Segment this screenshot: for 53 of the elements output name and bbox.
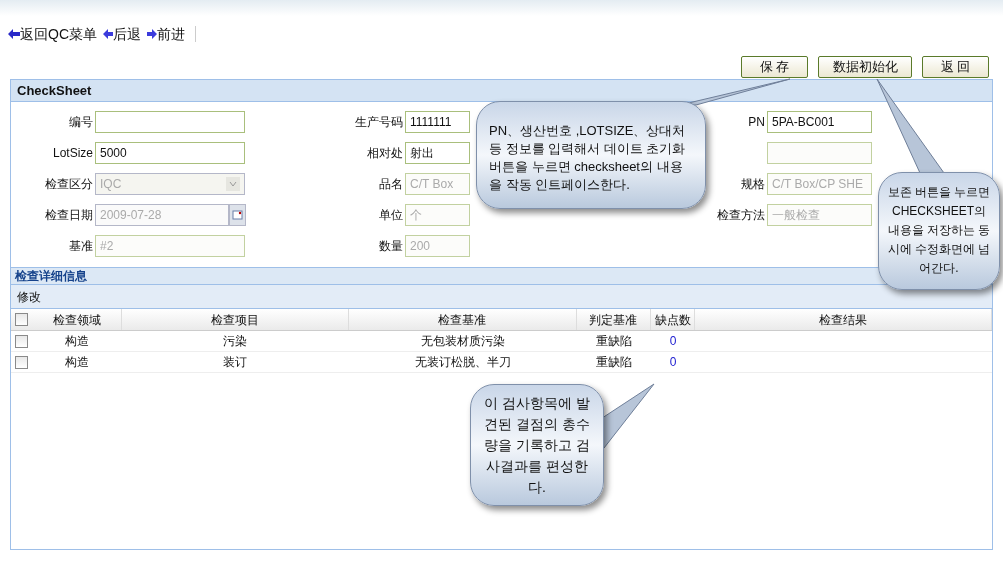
input-field[interactable]: 射出: [405, 141, 470, 164]
table-cell-text: 0: [669, 333, 677, 350]
field-label: LotSize: [52, 144, 93, 162]
table-cell-text: 无包装材质污染: [420, 333, 505, 350]
checkbox[interactable]: [15, 334, 29, 348]
input-field[interactable]: [95, 110, 245, 133]
toolbar-button[interactable]: 返 回: [922, 56, 989, 78]
table-cell-text: 重缺陷: [595, 333, 632, 350]
field-label: 生产号码: [355, 113, 403, 131]
table-cell-text: 装订: [223, 354, 248, 371]
nav-link[interactable]: 前进: [147, 23, 185, 45]
checkbox[interactable]: [15, 355, 29, 369]
column-header: 缺点数: [654, 311, 691, 329]
left-arrow-icon: [103, 29, 113, 39]
column-header: 检查领域: [52, 311, 101, 329]
column-header: 判定基准: [589, 311, 638, 329]
field-label: PN: [748, 113, 765, 131]
edit-button[interactable]: 修改: [17, 287, 41, 306]
nav-link[interactable]: 后退: [103, 23, 141, 45]
table-cell-text: 构造: [65, 333, 90, 350]
column-header: 检查结果: [819, 311, 868, 329]
table-cell-text: 0: [669, 354, 677, 371]
toolbar-button[interactable]: 数据初始化: [818, 56, 912, 78]
checkbox[interactable]: [15, 313, 29, 326]
field-label: 编号: [69, 113, 93, 131]
field-label: 单位: [379, 206, 403, 224]
input-field[interactable]: 1111111: [405, 110, 470, 133]
field-label: 相对处: [367, 144, 403, 162]
input-field[interactable]: 5PA-BC001: [767, 110, 872, 133]
field-label: 检查区分: [45, 175, 93, 193]
field-label: 数量: [379, 237, 403, 255]
field-label: 检查日期: [45, 206, 93, 224]
table-cell-text: 无装订松脱、半刀: [414, 354, 511, 371]
column-header: 检查项目: [210, 311, 259, 329]
return-arrow-icon: [8, 29, 20, 39]
field-label: 检查方法: [717, 206, 765, 224]
table-cell-text: 重缺陷: [595, 354, 632, 371]
table-cell-text: 构造: [65, 354, 90, 371]
right-arrow-icon: [147, 29, 157, 39]
callout-bubble: 보존 버튼을 누르면 CHECKSHEET의 내용을 저장하는 동시에 수정화면에 넘어간다.: [878, 172, 1000, 290]
field-label: 品名: [379, 175, 403, 193]
section-title: 检查详细信息: [15, 268, 87, 285]
panel-title: CheckSheet: [17, 81, 92, 100]
field-label: 基准: [69, 237, 93, 255]
column-header: 检查基准: [438, 311, 487, 329]
nav-link[interactable]: 返回QC菜单: [8, 23, 97, 45]
callout-bubble: 이 검사항목에 발견된 결점의 총수량을 기록하고 검사결과를 편성한다.: [470, 384, 604, 506]
input-field[interactable]: 5000: [95, 141, 245, 164]
field-label: 规格: [741, 175, 765, 193]
calendar-icon[interactable]: [229, 203, 246, 226]
table-cell-text: 污染: [223, 333, 248, 350]
toolbar-button[interactable]: 保 存: [741, 56, 808, 78]
callout-bubble: PN、생산번호 ,LOTSIZE、상대처등 정보를 입력해서 데이트 초기화 버튼을 누르면 checksheet의 내용을 작동 인트페이스한다.: [476, 101, 706, 209]
